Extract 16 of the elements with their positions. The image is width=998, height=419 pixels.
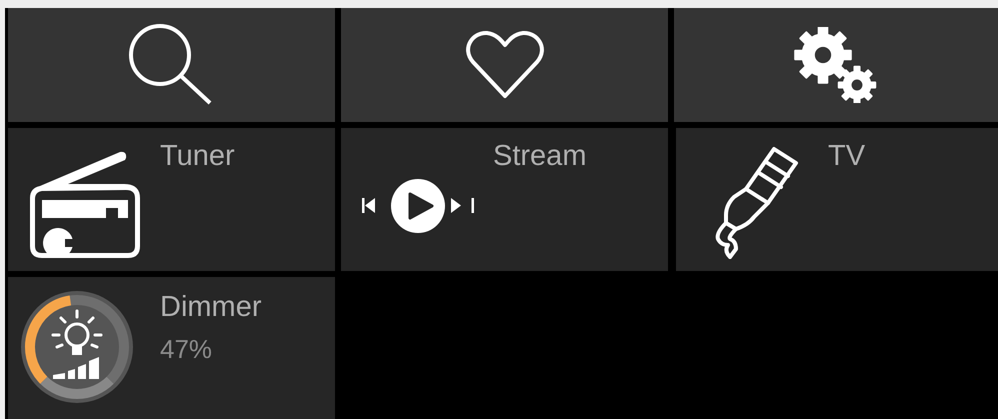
menu-tile[interactable] xyxy=(8,8,335,122)
dimmer-tile[interactable]: Dimmer 47% xyxy=(8,277,335,419)
source-tile[interactable]: Tuner xyxy=(8,128,335,271)
source-label: Tuner xyxy=(160,142,235,171)
source-tile[interactable]: TV xyxy=(676,128,998,271)
source-label: TV xyxy=(828,142,866,171)
heart-icon xyxy=(464,30,544,100)
source-tile[interactable]: Stream xyxy=(341,128,668,271)
gears-icon xyxy=(793,27,879,103)
menu-tile[interactable] xyxy=(341,8,668,122)
dimmer-label: Dimmer xyxy=(160,293,262,322)
menu-tile[interactable] xyxy=(674,8,998,122)
media-controls-icon xyxy=(362,178,474,234)
dimmer-value: 47% xyxy=(160,336,214,362)
source-label: Stream xyxy=(493,142,586,171)
bulb-icon xyxy=(52,310,102,379)
